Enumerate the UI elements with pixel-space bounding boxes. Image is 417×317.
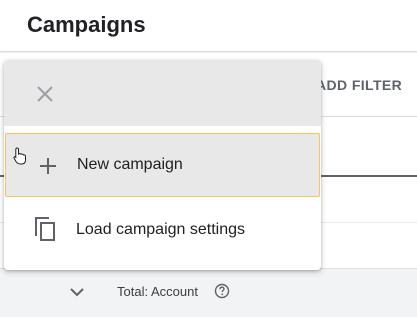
page-header: Campaigns: [0, 0, 417, 52]
add-filter-button[interactable]: ADD FILTER: [316, 77, 402, 93]
menu-item-label: New campaign: [77, 156, 183, 173]
close-icon[interactable]: [33, 82, 57, 106]
menu-item-load-campaign-settings[interactable]: Load campaign settings: [4, 198, 321, 262]
chevron-down-icon[interactable]: [67, 282, 87, 302]
hand-cursor-icon: [13, 147, 27, 165]
menu-item-label: Load campaign settings: [76, 221, 245, 238]
new-campaign-menu: New campaign Load campaign settings: [4, 60, 321, 270]
menu-close-bar: [4, 60, 321, 126]
menu-item-new-campaign[interactable]: New campaign: [5, 133, 320, 197]
plus-icon: [36, 154, 60, 178]
total-row: [0, 268, 417, 317]
copy-icon: [33, 215, 57, 241]
help-icon[interactable]: [214, 283, 230, 299]
total-account-label: Total: Account: [117, 284, 198, 299]
page-title: Campaigns: [27, 12, 146, 37]
